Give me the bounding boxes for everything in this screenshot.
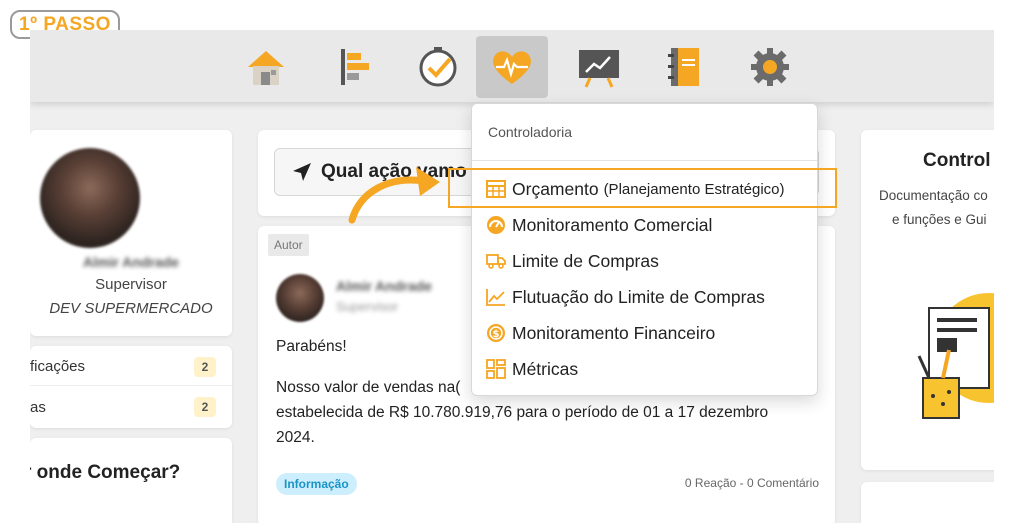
top-navbar bbox=[30, 30, 994, 102]
profile-company: DEV SUPERMERCADO bbox=[49, 300, 213, 317]
profile-role: Supervisor bbox=[95, 276, 167, 293]
grid-icon bbox=[486, 359, 506, 379]
menu-item-label: Métricas bbox=[512, 358, 579, 379]
menu-item-sublabel: (Planejamento Estratégico) bbox=[603, 180, 785, 198]
dollar-coin-icon: $ bbox=[486, 323, 506, 343]
notifications-item[interactable]: ficações 2 bbox=[30, 348, 232, 386]
menu-item-flutuacao-limite[interactable]: Flutuação do Limite de Compras bbox=[486, 282, 765, 312]
clock-check-icon bbox=[419, 47, 457, 87]
count-badge: 2 bbox=[194, 397, 216, 417]
notifications-label: as bbox=[30, 398, 46, 416]
right-card-title: Control bbox=[923, 150, 991, 171]
notebook-icon bbox=[668, 48, 699, 86]
table-icon bbox=[486, 179, 506, 199]
menu-item-label: Flutuação do Limite de Compras bbox=[512, 286, 765, 307]
post-line-2: estabelecida de R$ 10.780.919,76 para o … bbox=[276, 404, 769, 421]
menu-item-orcamento[interactable]: Orçamento (Planejamento Estratégico) bbox=[486, 174, 785, 204]
info-tag[interactable]: Informação bbox=[276, 473, 357, 495]
documents-illustration bbox=[917, 293, 994, 419]
nav-home[interactable] bbox=[230, 36, 302, 98]
controladoria-card: Control Documentação co e funções e Gui bbox=[861, 130, 994, 470]
heart-pulse-icon bbox=[493, 51, 531, 84]
right-bottom-card bbox=[861, 482, 994, 523]
controladoria-dropdown: Controladoria Orçamento (Planejamento Es… bbox=[471, 103, 818, 396]
send-icon bbox=[293, 163, 311, 181]
post-avatar bbox=[276, 274, 324, 322]
notifications-label: ficações bbox=[30, 358, 86, 375]
nav-settings[interactable] bbox=[734, 36, 806, 98]
menu-item-monitoramento-comercial[interactable]: Monitoramento Comercial bbox=[486, 210, 712, 240]
profile-card: Almir Andrade Supervisor DEV SUPERMERCAD… bbox=[30, 130, 232, 336]
nav-timeline[interactable] bbox=[316, 36, 388, 98]
menu-item-label: Monitoramento Comercial bbox=[512, 214, 713, 235]
getting-started-heading: r onde Começar? bbox=[30, 462, 181, 483]
svg-text:$: $ bbox=[493, 329, 500, 340]
gear-icon bbox=[751, 48, 789, 86]
right-card-desc-1: Documentação co bbox=[879, 188, 988, 203]
post-author-name: Almir Andrade bbox=[336, 278, 432, 294]
post-greeting: Parabéns! bbox=[276, 338, 347, 355]
home-icon bbox=[248, 51, 284, 85]
post-author-role: Supervisor bbox=[336, 299, 399, 314]
reactions-count[interactable]: 0 Reação - 0 Comentário bbox=[685, 476, 819, 490]
right-card-desc-2: e funções e Gui bbox=[892, 212, 987, 227]
screenshot-stage: 1º PASSO Almir Andrade Supervisor DEV SU… bbox=[0, 0, 1024, 523]
author-tag: Autor bbox=[268, 234, 309, 256]
post-line-3: 2024. bbox=[276, 429, 315, 446]
menu-item-label: Orçamento bbox=[512, 178, 599, 199]
line-chart-icon bbox=[486, 287, 506, 307]
menu-item-label: Monitoramento Financeiro bbox=[512, 322, 716, 343]
nav-controladoria[interactable] bbox=[476, 36, 548, 98]
truck-icon bbox=[486, 251, 506, 271]
profile-name: Almir Andrade bbox=[83, 254, 179, 270]
nav-notebook[interactable] bbox=[649, 36, 721, 98]
avatar bbox=[40, 148, 140, 248]
nav-presentation[interactable] bbox=[563, 36, 635, 98]
annotation-arrow-icon bbox=[348, 167, 440, 224]
menu-item-monitoramento-financeiro[interactable]: $ Monitoramento Financeiro bbox=[486, 318, 715, 348]
notifications-item[interactable]: as 2 bbox=[30, 388, 232, 426]
nav-clock[interactable] bbox=[402, 36, 474, 98]
count-badge: 2 bbox=[194, 356, 216, 377]
dropdown-header: Controladoria bbox=[488, 124, 573, 140]
gauge-icon bbox=[486, 215, 506, 235]
dropdown-divider bbox=[472, 160, 817, 161]
menu-item-metricas[interactable]: Métricas bbox=[486, 354, 578, 384]
post-line-1: Nosso valor de vendas na( bbox=[276, 379, 461, 396]
timeline-icon bbox=[341, 49, 369, 85]
menu-item-label: Limite de Compras bbox=[512, 250, 659, 271]
notifications-card: ficações 2 as 2 bbox=[30, 346, 232, 428]
presentation-chart-icon bbox=[579, 50, 619, 88]
menu-item-limite-compras[interactable]: Limite de Compras bbox=[486, 246, 659, 276]
getting-started-card: r onde Começar? bbox=[30, 438, 232, 523]
